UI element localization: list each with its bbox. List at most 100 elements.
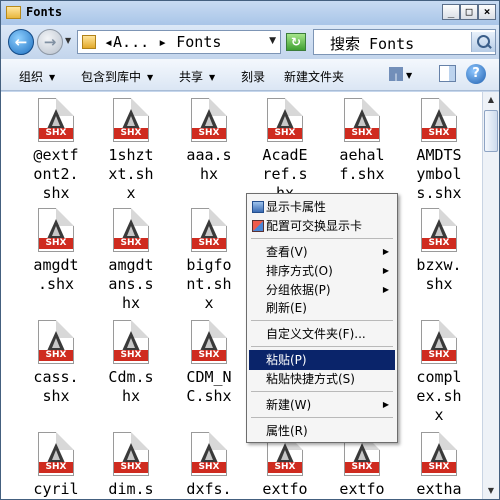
command-bar: 组织 ▼ 包含到库中 ▼ 共享 ▼ 刻录 新建文件夹 ▼ ? — [1, 59, 499, 91]
forward-button[interactable]: → — [37, 29, 63, 55]
file-glyph — [200, 331, 218, 351]
close-button[interactable]: × — [478, 4, 496, 20]
switchable-graphics-icon — [252, 220, 264, 232]
file-item[interactable]: SHX AMDTS ymbol s.shx — [399, 98, 479, 203]
chevron-down-icon: ▼ — [49, 73, 56, 82]
recent-pages-dropdown[interactable]: ▼ — [65, 36, 71, 45]
file-item[interactable]: SHXAcadE ref.s hx — [245, 98, 325, 203]
submenu-arrow-icon: ▶ — [382, 400, 389, 409]
file-item[interactable]: SHX CDM_N C.shx — [169, 320, 249, 406]
include-library-button[interactable]: 包含到库中 ▼ — [81, 68, 153, 85]
back-button[interactable]: ← — [8, 29, 34, 55]
folder-icon — [82, 35, 96, 49]
organize-button[interactable]: 组织 ▼ — [19, 68, 55, 85]
search-icon[interactable] — [471, 32, 495, 52]
file-glyph — [122, 331, 140, 351]
refresh-button[interactable]: ↻ — [286, 33, 306, 51]
menu-label: 显示卡属性 — [266, 200, 327, 214]
file-name: @extf ont2. shx — [33, 146, 79, 202]
file-glyph — [430, 443, 448, 463]
view-options-icon[interactable] — [389, 67, 403, 81]
file-glyph — [430, 109, 448, 129]
file-name: Cdm.s hx — [108, 368, 154, 405]
menu-item-sort-by[interactable]: 排序方式(O) ▶ — [249, 261, 395, 281]
menu-separator — [251, 238, 393, 239]
share-button[interactable]: 共享 ▼ — [179, 68, 215, 85]
submenu-arrow-icon: ▶ — [382, 266, 389, 275]
file-item[interactable]: SHX cyril — [16, 432, 96, 499]
file-badge: SHX — [192, 238, 226, 249]
chevron-down-icon[interactable]: ▼ — [406, 71, 412, 80]
file-item[interactable]: SHX cass. shx — [16, 320, 96, 406]
menu-item-paste-shortcut[interactable]: 粘贴快捷方式(S) — [249, 369, 395, 389]
minimize-button[interactable]: _ — [442, 4, 460, 20]
menu-item-paste[interactable]: 粘贴(P) — [249, 350, 395, 370]
maximize-button[interactable]: □ — [460, 4, 478, 20]
vertical-scrollbar[interactable]: ▲ ▼ — [482, 92, 499, 499]
file-item[interactable]: SHX compl ex.sh x — [399, 320, 479, 425]
address-bar: ← → ▼ ◂A... ▸ Fonts ▼ ↻ 搜索 Fonts — [1, 25, 499, 59]
scroll-up-arrow[interactable]: ▲ — [483, 92, 499, 108]
shx-file-icon: SHX — [191, 432, 227, 476]
file-glyph — [47, 109, 65, 129]
title-bar[interactable]: Fonts _ □ × — [1, 1, 499, 25]
file-item[interactable]: SHX amgdt ans.s hx — [91, 208, 171, 313]
file-name: CDM_N C.shx — [186, 368, 232, 405]
file-name: 1shzt xt.sh x — [108, 146, 154, 202]
menu-item-group-by[interactable]: 分组依据(P) ▶ — [249, 280, 395, 300]
file-item[interactable]: SHX 1shzt xt.sh x — [91, 98, 171, 203]
menu-item-view[interactable]: 查看(V) ▶ — [249, 242, 395, 262]
address-dropdown[interactable]: ▼ — [269, 36, 276, 46]
file-item[interactable]: SHX bzxw. shx — [399, 208, 479, 294]
file-glyph — [122, 443, 140, 463]
file-item[interactable]: SHX Cdm.s hx — [91, 320, 171, 406]
shx-file-icon: SHX — [113, 320, 149, 364]
file-item[interactable]: SHX dim.s — [91, 432, 171, 499]
scroll-thumb[interactable] — [484, 110, 498, 152]
shx-file-icon: SHX — [267, 98, 303, 142]
shx-file-icon: SHX — [344, 98, 380, 142]
search-input[interactable]: 搜索 Fonts — [313, 29, 496, 55]
file-item[interactable]: SHX aehal f.shx — [322, 98, 402, 184]
file-name: amgdt .shx — [33, 256, 79, 293]
file-name: dim.s — [108, 480, 154, 498]
chevron-down-icon: ▼ — [147, 73, 154, 82]
file-badge: SHX — [422, 462, 456, 473]
file-badge: SHX — [422, 128, 456, 139]
menu-item-properties[interactable]: 属性(R) — [249, 421, 395, 441]
menu-item-display-properties[interactable]: 显示卡属性 — [249, 197, 395, 217]
menu-item-customize-folder[interactable]: 自定义文件夹(F)... — [249, 324, 395, 344]
file-name: bzxw. shx — [416, 256, 462, 293]
new-folder-button[interactable]: 新建文件夹 — [284, 68, 344, 85]
address-input[interactable]: ◂A... ▸ Fonts ▼ — [77, 30, 281, 54]
help-icon[interactable]: ? — [466, 64, 486, 84]
file-glyph — [200, 109, 218, 129]
file-badge: SHX — [114, 462, 148, 473]
file-item[interactable]: SHX bigfo nt.sh x — [169, 208, 249, 313]
shx-file-icon: SHX — [191, 320, 227, 364]
preview-pane-icon[interactable] — [439, 65, 456, 82]
menu-item-refresh[interactable]: 刷新(E) — [249, 298, 395, 318]
shx-file-icon: SHX — [421, 208, 457, 252]
file-badge: SHX — [345, 128, 379, 139]
file-item[interactable]: SHX extha — [399, 432, 479, 499]
file-glyph — [430, 219, 448, 239]
file-name: AMDTS ymbol s.shx — [416, 146, 462, 202]
scroll-down-arrow[interactable]: ▼ — [483, 483, 499, 499]
file-glyph — [353, 109, 371, 129]
file-item[interactable]: SHX dxfs. — [169, 432, 249, 499]
burn-button[interactable]: 刻录 — [241, 68, 265, 85]
file-list[interactable]: SHX @extf ont2. shx SHX 1shzt xt.sh x SHX aaa… — [1, 92, 482, 499]
menu-label: 配置可交换显示卡 — [266, 219, 363, 233]
refresh-icon: ↻ — [290, 35, 302, 49]
file-item[interactable]: SHX @extf ont2. shx — [16, 98, 96, 203]
file-badge: SHX — [114, 350, 148, 361]
file-name: aehal f.shx — [339, 146, 385, 183]
file-badge: SHX — [39, 128, 73, 139]
shx-file-icon: SHX — [38, 98, 74, 142]
menu-item-switchable-display[interactable]: 配置可交换显示卡 — [249, 216, 395, 236]
shx-file-icon: SHX — [421, 320, 457, 364]
menu-item-new[interactable]: 新建(W) ▶ — [249, 395, 395, 415]
file-item[interactable]: SHX amgdt .shx — [16, 208, 96, 294]
file-item[interactable]: SHX aaa.s hx — [169, 98, 249, 184]
